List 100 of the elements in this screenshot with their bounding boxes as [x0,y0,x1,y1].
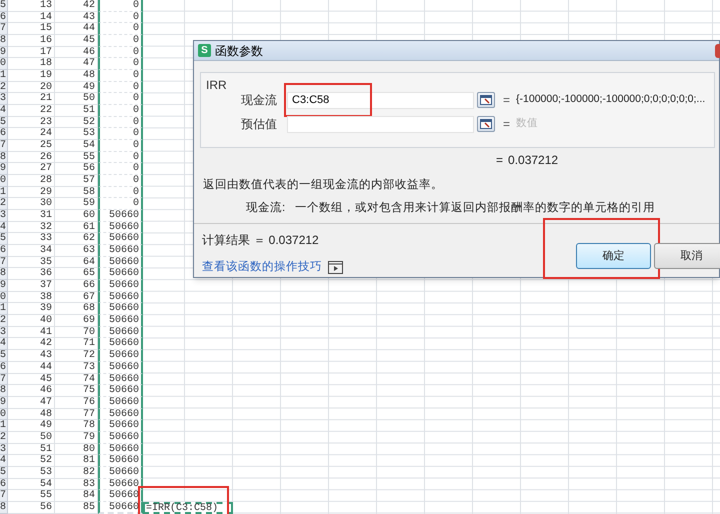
row-header[interactable]: 2 [0,198,7,210]
table-cell: 79 [82,432,95,443]
table-cell: 50660 [108,420,139,431]
row-header[interactable]: 2 [0,82,7,92]
video-icon [328,260,343,274]
ok-button[interactable]: 确定 [576,243,651,270]
row-header[interactable]: 6 [0,245,7,256]
help-link[interactable]: 查看该函数的操作技巧 [202,258,322,276]
row-header[interactable]: 3 [0,93,7,104]
row-header[interactable]: 3 [0,210,7,221]
row-header[interactable]: 6 [0,12,7,22]
table-cell: 13 [40,0,52,11]
row-header[interactable]: 2 [0,315,7,326]
row-header[interactable]: 7 [0,140,7,151]
table-cell: 52 [40,455,52,466]
calculation-result: 计算结果 ＝ 0.037212 [202,232,320,248]
collapse-button[interactable] [477,92,495,108]
row-header[interactable]: 9 [0,280,7,291]
row-header[interactable]: 7 [0,23,7,34]
table-cell: 50660 [108,233,139,244]
table-cell: 33 [40,233,52,244]
collapse-button[interactable] [477,116,495,132]
table-cell: 50660 [108,444,139,454]
row-header[interactable]: 4 [0,105,7,116]
table-cell: 39 [40,303,52,314]
table-cell: 15 [40,23,52,34]
table-cell: 65 [82,268,95,280]
row-header[interactable]: 0 [0,175,7,186]
table-cell: 83 [82,478,95,490]
row-header[interactable]: 6 [0,362,7,372]
formula-result: 0.037212 [508,152,558,169]
row-header[interactable]: 9 [0,396,7,408]
row-header[interactable]: 5 [0,0,7,11]
table-cell: 62 [82,233,95,244]
table-cell: 71 [82,338,95,350]
row-header[interactable]: 7 [0,374,7,384]
input-field[interactable] [287,116,474,132]
row-header[interactable]: 5 [0,233,7,244]
row-header[interactable]: 3 [0,444,7,454]
row-header[interactable]: 8 [0,385,7,396]
row-header[interactable]: 8 [0,268,7,280]
table-cell: 74 [82,374,95,384]
table-cell: 0 [132,46,139,58]
row-header[interactable]: 1 [0,303,7,314]
table-cell: 68 [82,303,95,314]
table-cell: 40 [40,315,52,326]
row-header[interactable]: 3 [0,326,7,338]
table-cell: 0 [132,58,139,70]
table-cell: 63 [82,245,95,256]
row-header[interactable]: 4 [0,455,7,466]
input-field[interactable]: C3:C58 [287,92,474,108]
table-cell: 50660 [108,385,139,396]
table-cell: 69 [82,315,95,326]
row-header[interactable]: 1 [0,186,7,198]
row-header[interactable]: 8 [0,35,7,46]
row-header[interactable]: 6 [0,478,7,490]
table-cell: 47 [40,396,52,408]
table-cell: 22 [40,105,52,116]
row-header[interactable]: 2 [0,432,7,443]
row-header[interactable]: 5 [0,116,7,128]
row-header[interactable]: 9 [0,163,7,174]
group-label: IRR [206,77,227,94]
table-cell: 76 [82,396,95,408]
formula-cell[interactable]: =IRR(C3:C58) [143,502,233,514]
row-header[interactable]: 6 [0,128,7,140]
row-header[interactable]: 4 [0,338,7,350]
table-cell: 49 [40,420,52,431]
row-header[interactable]: 0 [0,58,7,70]
table-cell: 50 [40,432,52,443]
table-cell: 23 [40,116,52,128]
table-cell: 50660 [108,466,139,478]
table-cell: 46 [82,46,95,58]
row-header[interactable]: 0 [0,408,7,420]
table-cell: 42 [82,0,95,11]
cancel-button[interactable]: 取消 [654,243,720,270]
row-header[interactable]: 7 [0,490,7,501]
row-header[interactable]: 8 [0,502,7,513]
window-title: 函数参数 [215,42,263,60]
table-cell: 60 [82,210,95,221]
row-header[interactable]: 8 [0,152,7,162]
table-cell: 0 [132,128,139,140]
table-cell: 50660 [108,478,139,490]
row-header[interactable]: 4 [0,222,7,232]
row-header[interactable]: 5 [0,350,7,361]
table-cell: 0 [132,105,139,116]
table-cell: 49 [82,82,95,92]
argument-name: 现金流: [246,200,286,216]
row-header[interactable]: 0 [0,292,7,302]
row-header[interactable]: 9 [0,46,7,58]
row-header[interactable]: 7 [0,256,7,268]
table-cell: 45 [40,374,52,384]
table-cell: 50660 [108,222,139,232]
table-cell: 50660 [108,315,139,326]
row-header[interactable]: 1 [0,70,7,81]
table-cell: 50660 [108,338,139,350]
row-header[interactable]: 1 [0,420,7,431]
row-header[interactable]: 5 [0,466,7,478]
equals-sign: = [496,152,504,169]
table-cell: 50660 [108,374,139,384]
table-cell: 25 [40,140,52,151]
